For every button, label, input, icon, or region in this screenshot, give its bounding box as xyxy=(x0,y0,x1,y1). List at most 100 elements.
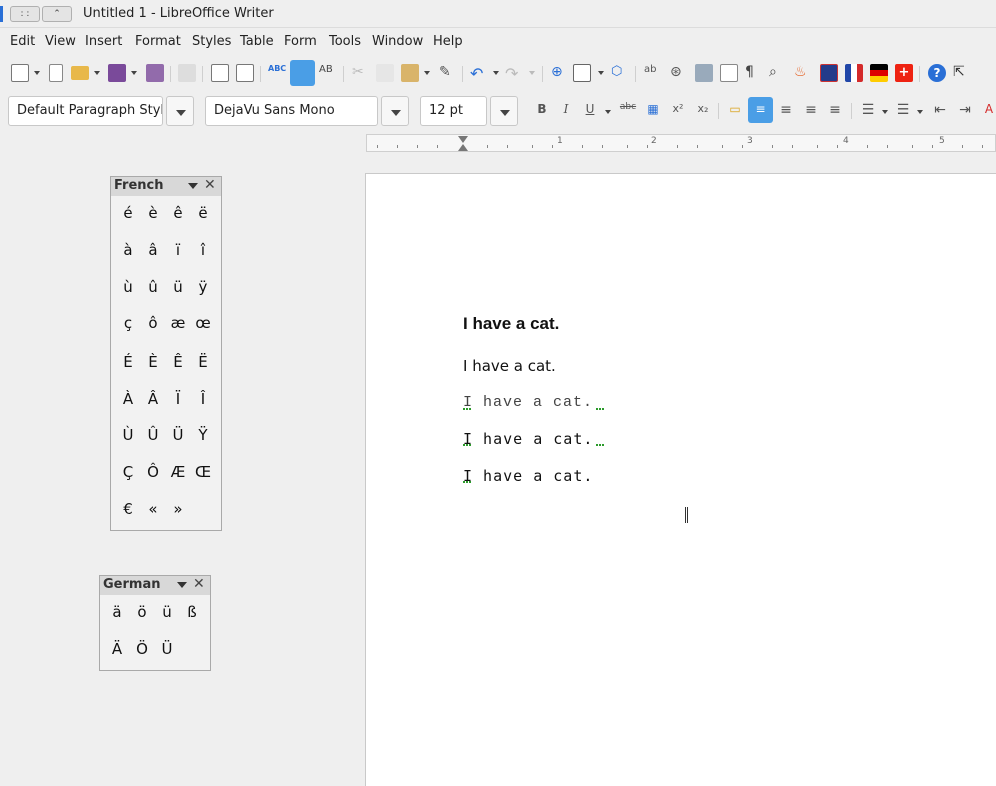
bullet-list-icon[interactable]: ☰ xyxy=(894,102,912,118)
horizontal-ruler[interactable]: 1 2 3 4 5 xyxy=(366,134,996,152)
save-icon[interactable] xyxy=(108,64,126,82)
document-line[interactable]: I have a cat. xyxy=(463,314,559,334)
font-color-icon[interactable]: A xyxy=(982,102,996,116)
character-cell[interactable]: û xyxy=(142,278,164,296)
character-cell[interactable]: æ xyxy=(167,314,189,332)
character-cell[interactable]: Ü xyxy=(156,640,178,658)
character-cell[interactable]: € xyxy=(117,500,139,518)
shapes-icon[interactable]: ⬡ xyxy=(611,64,629,82)
close-icon[interactable]: ✕ xyxy=(204,177,216,193)
character-cell[interactable]: » xyxy=(167,500,189,518)
redo-dropdown-icon[interactable] xyxy=(529,71,535,75)
align-center-button[interactable]: ≡ xyxy=(777,102,795,118)
fire-macro-icon[interactable]: ♨ xyxy=(794,64,812,82)
character-cell[interactable]: Ê xyxy=(167,353,189,371)
swiss-flag-icon[interactable]: + xyxy=(895,64,913,82)
strikethrough-button[interactable]: abc xyxy=(617,102,639,112)
window-shade-button[interactable]: ⌃ xyxy=(42,6,72,22)
character-cell[interactable]: œ xyxy=(192,314,214,332)
document-line[interactable]: I have a cat. xyxy=(463,357,556,375)
character-cell[interactable]: Ë xyxy=(192,353,214,371)
table-dropdown-icon[interactable] xyxy=(598,71,604,75)
navigator-icon[interactable]: ⊛ xyxy=(670,64,688,82)
document-page[interactable]: I have a cat. I have a cat. I have a cat… xyxy=(365,173,996,786)
new-dropdown-icon[interactable] xyxy=(34,71,40,75)
numbered-list-dropdown-icon[interactable] xyxy=(882,110,888,114)
chevron-down-icon[interactable] xyxy=(188,183,198,189)
character-cell[interactable]: î xyxy=(192,241,214,259)
character-cell[interactable]: ç xyxy=(117,314,139,332)
menu-table[interactable]: Table xyxy=(240,34,274,49)
new-document-icon[interactable] xyxy=(11,64,29,82)
menu-format[interactable]: Format xyxy=(135,34,181,49)
character-cell[interactable]: ö xyxy=(131,603,153,621)
window-menu-button[interactable]: : : xyxy=(10,6,40,22)
menu-help[interactable]: Help xyxy=(433,34,463,49)
character-cell[interactable]: « xyxy=(142,500,164,518)
indent-marker-bottom[interactable] xyxy=(458,144,468,151)
shadow-icon[interactable]: ▦ xyxy=(644,102,662,116)
increase-indent-icon[interactable]: ⇥ xyxy=(956,102,974,118)
chart-icon[interactable] xyxy=(720,64,738,82)
save-dropdown-icon[interactable] xyxy=(131,71,137,75)
character-cell[interactable]: ÿ xyxy=(192,278,214,296)
character-cell[interactable]: É xyxy=(117,353,139,371)
character-cell[interactable]: ï xyxy=(167,241,189,259)
menu-styles[interactable]: Styles xyxy=(192,34,231,49)
close-icon[interactable]: ✕ xyxy=(193,576,205,592)
character-cell[interactable]: ü xyxy=(156,603,178,621)
insert-table-icon[interactable] xyxy=(573,64,591,82)
character-cell[interactable]: Ö xyxy=(131,640,153,658)
character-cell[interactable]: Œ xyxy=(192,463,214,481)
bold-button[interactable]: B xyxy=(533,102,551,116)
menu-form[interactable]: Form xyxy=(284,34,317,49)
chevron-down-icon[interactable] xyxy=(177,582,187,588)
italic-button[interactable]: I xyxy=(557,102,575,116)
character-cell[interactable]: Ä xyxy=(106,640,128,658)
paste-icon[interactable] xyxy=(401,64,419,82)
undo-dropdown-icon[interactable] xyxy=(493,71,499,75)
german-flag-icon[interactable] xyxy=(870,64,888,82)
character-cell[interactable]: Ü xyxy=(167,426,189,444)
templates-icon[interactable] xyxy=(49,64,63,82)
zoom-icon[interactable]: ⌕ xyxy=(769,64,787,82)
hyphenation-icon[interactable]: AB xyxy=(319,64,337,82)
menu-edit[interactable]: Edit xyxy=(10,34,35,49)
font-size-dropdown[interactable] xyxy=(490,96,518,126)
image-icon[interactable] xyxy=(695,64,713,82)
character-cell[interactable]: ü xyxy=(167,278,189,296)
character-cell[interactable]: Ç xyxy=(117,463,139,481)
character-cell[interactable]: È xyxy=(142,353,164,371)
character-cell[interactable]: Ÿ xyxy=(192,426,214,444)
font-name-dropdown[interactable] xyxy=(381,96,409,126)
export-pdf-icon[interactable] xyxy=(211,64,229,82)
menu-window[interactable]: Window xyxy=(372,34,423,49)
edit-mode-icon[interactable] xyxy=(178,64,196,82)
character-cell[interactable]: Â xyxy=(142,390,164,408)
character-cell[interactable]: ä xyxy=(106,603,128,621)
character-cell[interactable]: Û xyxy=(142,426,164,444)
indent-marker-top[interactable] xyxy=(458,136,468,143)
paragraph-style-dropdown[interactable] xyxy=(166,96,194,126)
character-highlight-icon[interactable]: ▭ xyxy=(726,102,744,116)
character-cell[interactable]: Ô xyxy=(142,463,164,481)
character-cell[interactable]: è xyxy=(142,204,164,222)
french-panel-header[interactable]: French ✕ xyxy=(111,177,221,196)
document-line[interactable]: I have a cat. xyxy=(463,394,593,411)
open-folder-icon[interactable] xyxy=(71,66,89,80)
character-cell[interactable]: ë xyxy=(192,204,214,222)
spelling-icon[interactable]: ABC xyxy=(268,64,286,82)
font-name-combo[interactable]: DejaVu Sans Mono xyxy=(205,96,378,126)
character-cell[interactable]: à xyxy=(117,241,139,259)
whats-this-icon[interactable]: ⇱ xyxy=(953,64,971,82)
hyperlink-icon[interactable]: ⊕ xyxy=(551,64,569,82)
character-cell[interactable]: Ï xyxy=(167,390,189,408)
copy-icon[interactable] xyxy=(376,64,394,82)
undo-icon[interactable]: ↶ xyxy=(470,64,488,83)
redo-icon[interactable]: ↷ xyxy=(505,64,523,83)
paragraph-style-combo[interactable]: Default Paragraph Styl xyxy=(8,96,163,126)
numbered-list-icon[interactable]: ☰ xyxy=(859,102,877,118)
font-size-combo[interactable]: 12 pt xyxy=(420,96,487,126)
menu-tools[interactable]: Tools xyxy=(329,34,361,49)
paste-dropdown-icon[interactable] xyxy=(424,71,430,75)
